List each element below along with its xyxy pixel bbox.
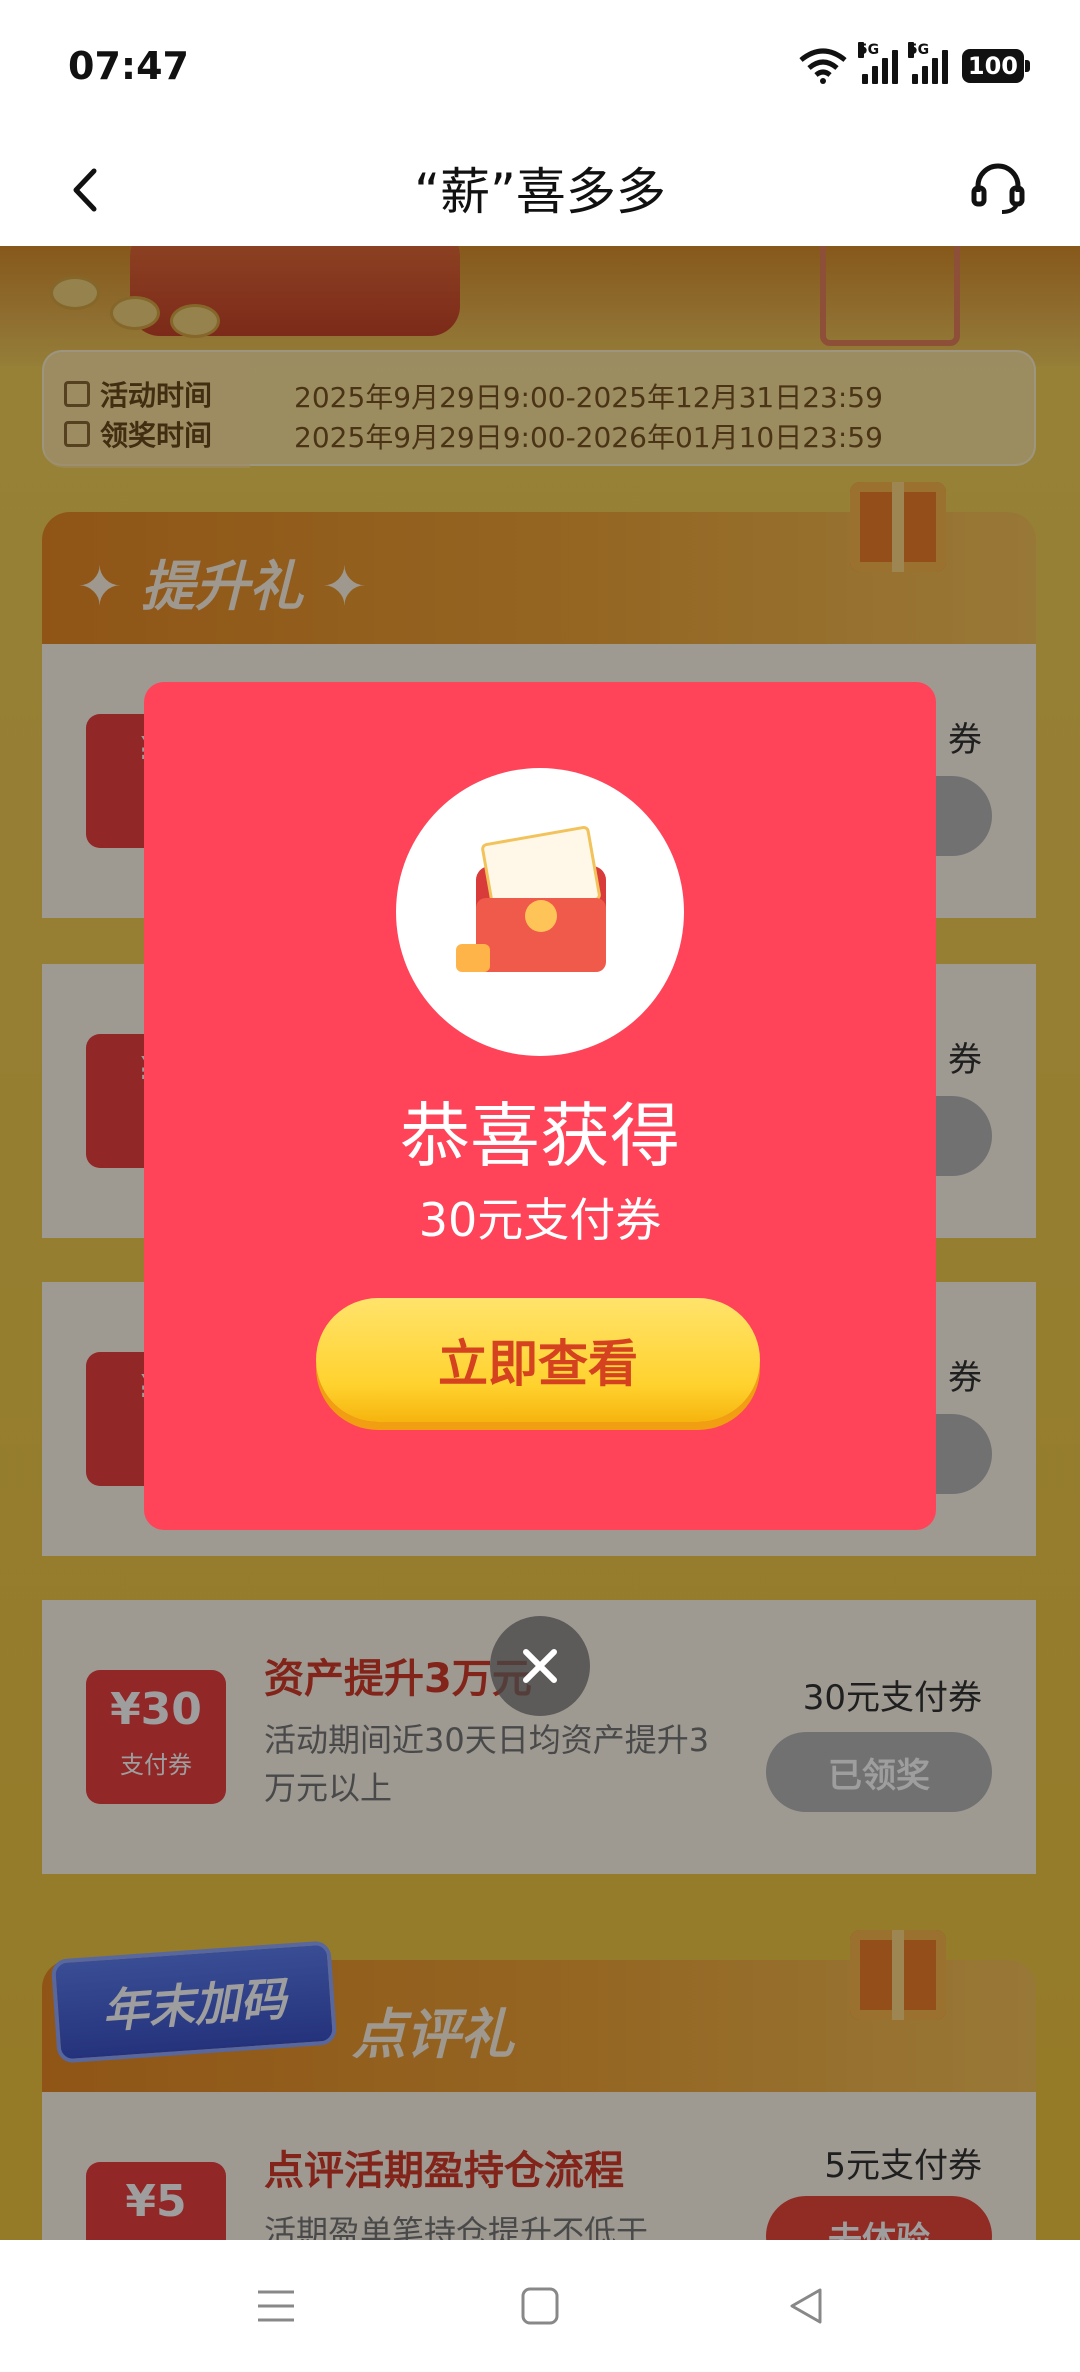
page-title: “薪”喜多多	[414, 163, 666, 221]
coin-icon	[456, 944, 490, 972]
close-icon	[523, 1649, 557, 1683]
app-header: “薪”喜多多	[0, 130, 1080, 246]
status-bar: 07:47 5G 5G 100	[0, 0, 1080, 130]
home-square-icon	[521, 2287, 559, 2325]
customer-service-button[interactable]	[968, 158, 1028, 218]
view-now-button[interactable]: 立即查看	[316, 1298, 760, 1422]
reward-modal: 恭喜获得 30元支付券 立即查看	[144, 682, 936, 1530]
red-envelope-icon	[396, 768, 684, 1056]
menu-icon	[258, 2290, 294, 2322]
status-time: 07:47	[68, 44, 189, 88]
home-button[interactable]	[504, 2270, 576, 2342]
cellular-signal-icon: 5G	[857, 42, 898, 84]
menu-button[interactable]	[240, 2270, 312, 2342]
close-modal-button[interactable]	[490, 1616, 590, 1716]
battery-icon: 100	[961, 49, 1031, 83]
system-nav-bar	[0, 2240, 1080, 2372]
status-icons: 5G 5G 100	[798, 42, 1031, 84]
modal-title: 恭喜获得	[400, 1095, 680, 1177]
back-triangle-icon	[790, 2288, 822, 2324]
wifi-icon	[799, 48, 847, 84]
headset-icon	[971, 163, 1025, 214]
back-nav-button[interactable]	[770, 2270, 842, 2342]
cellular-signal-icon: 5G	[907, 42, 948, 84]
modal-subtitle: 30元支付券	[418, 1193, 662, 1247]
